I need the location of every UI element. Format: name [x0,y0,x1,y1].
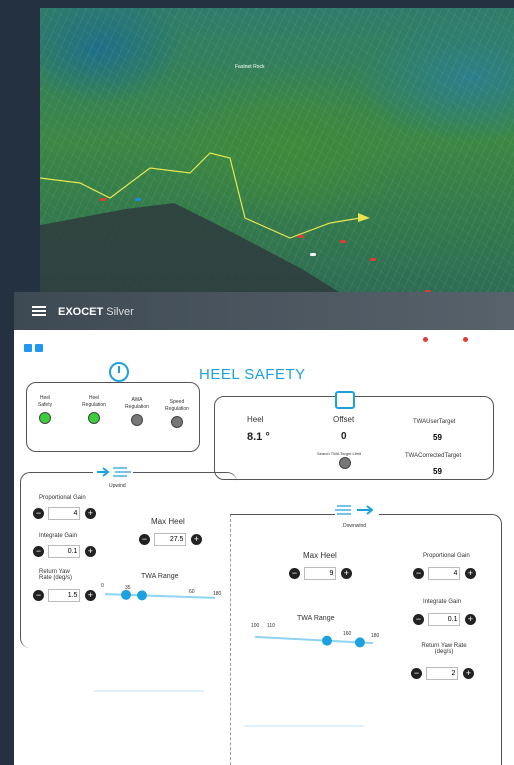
int-gain-stepper[interactable]: − 0.1 + [413,611,476,629]
fullscreen-icon[interactable] [490,340,504,353]
int-gain-stepper[interactable]: − 0.1 + [33,543,96,561]
boat-marker[interactable] [100,198,106,201]
yaw-label: Return Yaw Rate (deg/s) [39,569,73,581]
max-heel-input[interactable]: 27.5 [154,533,187,547]
downwind-icon [335,501,379,519]
twa-tick: 110 [267,623,275,629]
top-bar: EXOCET Silver [14,292,514,330]
prop-gain-stepper[interactable]: − 4 + [413,565,476,583]
brand: EXOCET Silver [58,302,134,320]
increment-button[interactable]: + [84,546,96,558]
increment-button[interactable]: + [340,568,352,580]
decrement-button[interactable]: − [33,508,44,520]
int-gain-label: Integrate Gain [423,599,462,605]
boat-marker[interactable] [370,258,376,261]
increment-button[interactable]: + [84,508,96,520]
heel-label: Heel [247,415,264,424]
offset-label: Offset [333,415,355,424]
decrement-button[interactable]: − [289,568,300,580]
status-label: Heel Safety [37,395,53,408]
status-lamp-icon [39,412,51,424]
prop-gain-label: Proportional Gain [423,553,470,559]
heel-value: 8.1 ° [247,431,270,443]
twa-tick: 100 [251,623,260,629]
brand-edition: Silver [106,306,134,318]
int-gain-input[interactable]: 0.1 [428,613,461,627]
menu-icon[interactable] [32,306,46,316]
boat-marker[interactable] [298,235,304,238]
int-gain-input[interactable]: 0.1 [48,545,81,559]
map-view[interactable]: Fastnet Rock [40,8,514,308]
readout-panel: Heel 8.1 ° Offset 0 Search TWA Target Li… [214,391,494,480]
toolbar-icons [410,337,504,353]
downwind-label: Downwind [343,523,367,529]
twa-range-label: TWA Range [297,615,335,622]
heel-search-icon [335,391,355,409]
mode-tag[interactable] [24,344,43,352]
max-heel-label: Max Heel [151,517,185,526]
search-label: Search TWA Target Limit [317,451,361,456]
upwind-panel: Upwind Proportional Gain − 4 + Integrate… [20,463,237,648]
twa-user-value: 59 [433,433,442,442]
upwind-label: Upwind [109,483,126,489]
reflection [14,640,514,765]
status-item: Heel Safety [35,395,55,424]
twa-tick: 60 [189,589,195,595]
yaw-input[interactable]: 1.5 [48,589,81,603]
bell-alert-icon[interactable] [450,337,468,352]
search-lamp-icon [339,457,351,469]
twa-corrected-value: 59 [433,467,442,476]
twa-tick: 160 [343,631,352,637]
prop-gain-input[interactable]: 4 [428,567,461,581]
status-item: AWA Regulation [122,397,152,426]
brand-name: EXOCET [58,306,104,318]
page-title: HEEL SAFETY [199,366,306,383]
map-label: Fastnet Rock [235,64,265,70]
yaw-stepper[interactable]: − 1.5 + [33,587,96,605]
twa-corrected-label: TWACorrectedTarget [405,453,462,459]
increment-button[interactable]: + [464,568,476,580]
power-icon[interactable] [109,362,129,382]
status-label: AWA Regulation [125,397,149,410]
twa-range-slider[interactable] [104,589,216,601]
prop-gain-stepper[interactable]: − 4 + [33,505,96,523]
max-heel-stepper[interactable]: − 9 + [289,565,352,583]
upwind-icon [93,463,133,481]
decrement-button[interactable]: − [413,614,424,626]
decrement-button[interactable]: − [33,590,44,602]
boat-marker[interactable] [135,198,141,201]
status-label: Speed Regulation [165,399,189,412]
increment-button[interactable]: + [190,534,202,546]
twa-low-handle[interactable] [121,589,132,600]
prop-gain-input[interactable]: 4 [48,507,81,521]
twa-tick: 180 [371,633,380,639]
status-lamp-icon [131,414,143,426]
offset-value: 0 [341,431,347,442]
twa-tick: 0 [101,583,104,589]
increment-button[interactable]: + [84,590,96,602]
decrement-button[interactable]: − [33,546,44,558]
increment-button[interactable]: + [464,614,476,626]
int-gain-label: Integrate Gain [39,533,78,539]
status-item: Speed Regulation [162,399,192,428]
max-heel-label: Max Heel [303,551,337,560]
max-heel-input[interactable]: 9 [304,567,337,581]
status-label: Heel Regulation [82,395,106,408]
max-heel-stepper[interactable]: − 27.5 + [139,531,202,549]
prop-gain-label: Proportional Gain [39,495,86,501]
decrement-button[interactable]: − [139,534,150,546]
route-overlay [40,152,370,239]
twa-high-handle[interactable] [136,590,147,601]
boat-marker[interactable] [310,253,316,256]
twa-user-label: TWAUserTarget [413,419,456,425]
boat-marker[interactable] [340,240,346,243]
status-lamp-icon [171,416,183,428]
status-item: Heel Regulation [79,395,109,424]
status-lamp-icon [88,412,100,424]
decrement-button[interactable]: − [413,568,424,580]
twa-range-label: TWA Range [141,573,179,580]
message-alert-icon[interactable] [410,337,428,353]
status-panel: Heel Safety Heel Regulation AWA Regulati… [26,382,200,452]
